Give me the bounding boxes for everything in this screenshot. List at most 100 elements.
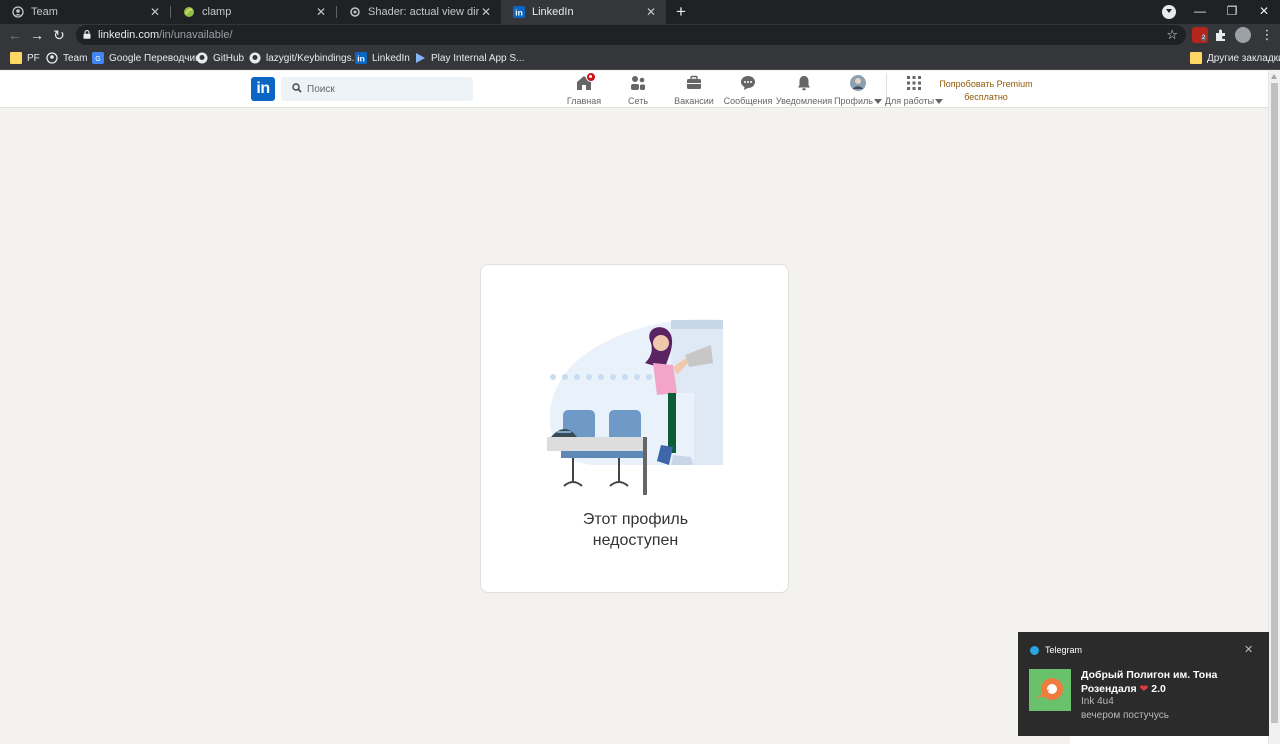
bookmarks-bar: PF Team G Google Переводчик GitHub lazyg…	[0, 46, 1280, 70]
bookmark-label: Team	[63, 52, 88, 64]
profile-avatar[interactable]	[1235, 27, 1251, 43]
linkedin-icon: in	[355, 52, 367, 64]
tab-linkedin[interactable]: in LinkedIn ✕	[501, 0, 666, 24]
bookmark-star-icon[interactable]: ☆	[1166, 27, 1178, 43]
close-tab-icon[interactable]: ✕	[644, 5, 658, 19]
svg-text:G: G	[95, 56, 100, 63]
folder-icon	[10, 52, 22, 64]
bookmark-label: lazygit/Keybindings...	[266, 52, 360, 64]
svg-text:in: in	[357, 54, 365, 64]
message-line: недоступен	[592, 532, 679, 549]
close-tab-icon[interactable]: ✕	[479, 5, 493, 19]
network-icon	[630, 75, 646, 91]
github-icon	[249, 52, 261, 64]
extensions-puzzle-icon[interactable]	[1213, 27, 1229, 43]
url-path: /in/unavailable/	[159, 29, 233, 41]
svg-text:in: in	[515, 8, 523, 18]
new-tab-button[interactable]: +	[672, 2, 690, 22]
tab-shader[interactable]: Shader: actual view direction/nor ✕	[337, 0, 501, 24]
notification-app-name: Telegram	[1045, 645, 1083, 655]
nav-profile[interactable]: Профиль	[834, 73, 882, 107]
home-icon	[576, 72, 596, 91]
bookmark-other[interactable]: Другие закладки	[1190, 51, 1280, 65]
nav-for-business[interactable]: Для работы	[885, 73, 944, 107]
back-arrow-icon[interactable]: ←	[4, 24, 26, 46]
messaging-icon	[740, 75, 756, 91]
nav-notifications[interactable]: Уведомления	[776, 73, 832, 107]
linkedin-icon: in	[513, 6, 525, 18]
search-icon	[292, 83, 302, 93]
tab-team[interactable]: Team ✕	[0, 0, 170, 24]
nav-jobs[interactable]: Вакансии	[673, 73, 715, 107]
bookmark-pf[interactable]: PF	[10, 51, 40, 65]
search-input[interactable]	[307, 77, 467, 101]
github-icon	[196, 52, 208, 64]
page-scrollbar[interactable]	[1268, 71, 1280, 744]
bookmark-google-translate[interactable]: G Google Переводчик	[92, 51, 199, 65]
address-bar[interactable]: linkedin.com/in/unavailable/ ☆	[76, 25, 1186, 45]
tab-title: Team	[31, 6, 58, 18]
heart-icon: ❤	[1139, 683, 1149, 695]
lock-icon	[83, 30, 91, 39]
tab-title: LinkedIn	[532, 6, 574, 18]
ublock-extension-icon[interactable]: 2	[1192, 27, 1208, 43]
bookmark-label: PF	[27, 52, 40, 64]
search-box[interactable]	[281, 77, 473, 101]
browser-menu-icon[interactable]: ⋮	[1256, 24, 1278, 46]
notification-title: Добрый Полигон им. Тона Розендаля ❤ 2.0	[1081, 668, 1261, 696]
notification-message: вечером постучусь	[1081, 710, 1169, 721]
linkedin-header: in Главная Сеть Вакансии Сообщения Уведо…	[0, 71, 1268, 108]
bookmark-team[interactable]: Team	[46, 51, 87, 65]
notification-sender: Ink 4u4	[1081, 696, 1114, 707]
close-tab-icon[interactable]: ✕	[148, 5, 162, 19]
url-host: linkedin.com	[98, 29, 160, 41]
avatar	[850, 75, 866, 91]
nav-label: Профиль	[834, 96, 873, 106]
tab-title: Shader: actual view direction/nor	[368, 6, 479, 18]
illustration-door-frame	[671, 320, 723, 329]
telegram-notification[interactable]: Telegram ✕ Добрый Полигон им. Тона Розен…	[1018, 632, 1269, 736]
bell-icon	[796, 75, 812, 91]
close-window-icon[interactable]: ✕	[1248, 0, 1280, 24]
tab-title: clamp	[202, 6, 232, 18]
grid-icon	[906, 75, 922, 91]
nav-home[interactable]: Главная	[566, 72, 602, 107]
bookmark-github[interactable]: GitHub	[196, 51, 244, 65]
nav-network[interactable]: Сеть	[625, 73, 651, 107]
empty-state-illustration	[547, 319, 723, 495]
linkedin-logo[interactable]: in	[251, 77, 275, 101]
profile-unavailable-message: Этот профиль недоступен	[481, 509, 790, 551]
team-icon	[12, 6, 24, 18]
close-notification-icon[interactable]: ✕	[1244, 643, 1253, 656]
nav-label: Вакансии	[674, 96, 714, 106]
folder-icon	[1190, 52, 1202, 64]
browser-toolbar: ← → ↻ linkedin.com/in/unavailable/ ☆ 2 ⋮	[0, 24, 1280, 46]
notification-title-suffix: 2.0	[1151, 683, 1166, 695]
close-tab-icon[interactable]: ✕	[314, 5, 328, 19]
bookmark-linkedin[interactable]: in LinkedIn	[355, 51, 410, 65]
tab-clamp[interactable]: clamp ✕	[171, 0, 336, 24]
bookmark-play-internal[interactable]: Play Internal App S...	[414, 51, 524, 65]
bookmark-lazygit[interactable]: lazygit/Keybindings...	[249, 51, 360, 65]
leaf-icon	[183, 6, 195, 18]
scroll-up-arrow-icon[interactable]	[1271, 74, 1277, 79]
bookmark-label: Google Переводчик	[109, 52, 200, 64]
bookmark-label: LinkedIn	[372, 52, 410, 64]
partially-hidden-widget	[1070, 736, 1268, 744]
caret-down-icon	[873, 98, 882, 104]
minimize-icon[interactable]: —	[1184, 0, 1216, 24]
nav-label-with-caret: Для работы	[885, 96, 944, 106]
premium-line: бесплатно	[964, 92, 1008, 102]
scrollbar-thumb[interactable]	[1271, 83, 1278, 723]
extension-badge: 2	[1201, 35, 1207, 41]
forward-arrow-icon[interactable]: →	[26, 24, 48, 46]
tab-search-icon[interactable]	[1162, 5, 1176, 19]
team-icon	[46, 52, 58, 64]
nav-label-with-caret: Профиль	[834, 96, 882, 106]
restore-icon[interactable]: ❐	[1216, 0, 1248, 24]
try-premium-link[interactable]: Попробовать Premium бесплатно	[936, 78, 1036, 104]
notification-title-line: Добрый Полигон им. Тона	[1081, 669, 1218, 681]
google-translate-icon: G	[92, 52, 104, 64]
reload-icon[interactable]: ↻	[48, 24, 70, 46]
nav-messaging[interactable]: Сообщения	[724, 73, 772, 107]
